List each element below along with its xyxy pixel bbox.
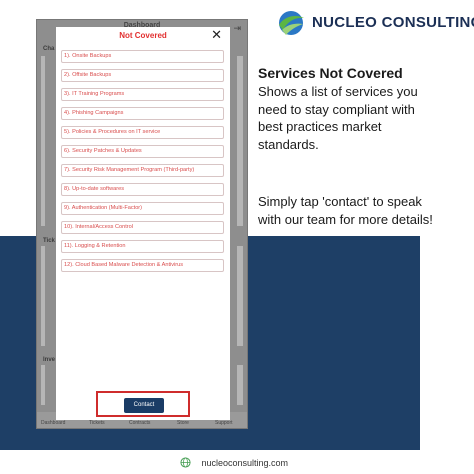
dashboard-card [41,246,45,346]
nav-tickets[interactable]: Tickets [89,420,105,426]
contact-button[interactable]: Contact [124,398,164,413]
phone-screenshot: Dashboard ⇥ Cha Tick Inve Dashboard Tick… [36,19,248,429]
list-item: 12). Cloud Based Malware Detection & Ant… [61,259,224,272]
nucleo-logo-icon [279,11,304,35]
dashboard-card [41,365,45,405]
list-item: 1). Onsite Backups [61,50,224,63]
dashboard-card [237,246,243,346]
nav-support[interactable]: Support [215,420,233,426]
close-icon[interactable]: ✕ [211,28,222,42]
nav-store[interactable]: Store [177,420,189,426]
panel-cta-text: Simply tap 'contact' to speak with our t… [258,194,433,227]
not-covered-modal: Not Covered ✕ 1). Onsite Backups 2). Off… [56,27,230,420]
list-item: 7). Security Risk Management Program (Th… [61,164,224,177]
dashboard-section-label: Cha [43,46,55,52]
nav-dashboard[interactable]: Dashboard [41,420,65,426]
dashboard-card [237,365,243,405]
list-item: 10). Internal/Access Control [61,221,224,234]
services-list: 1). Onsite Backups 2). Offsite Backups 3… [61,50,224,278]
list-item: 9). Authentication (Multi-Factor) [61,202,224,215]
brand-name: NUCLEO CONSULTING [312,14,474,31]
dashboard-section-label: Inve [43,357,56,363]
dashboard-section-label: Tick [43,238,55,244]
list-item: 4). Phishing Campaigns [61,107,224,120]
globe-icon [180,457,191,468]
list-item: 8). Up-to-date softwares [61,183,224,196]
dashboard-card [237,56,243,226]
list-item: 11). Logging & Retention [61,240,224,253]
modal-title: Not Covered [119,31,167,40]
list-item: 2). Offsite Backups [61,69,224,82]
list-item: 3). IT Training Programs [61,88,224,101]
dashboard-card [41,56,45,226]
website-link[interactable]: nucleoconsulting.com [201,458,288,468]
list-item: 6). Security Patches & Updates [61,145,224,158]
logout-icon: ⇥ [233,23,241,33]
footer: nucleoconsulting.com [180,454,288,468]
contact-highlight-frame: Contact [96,391,190,417]
panel-description: Shows a list of services you need to sta… [258,84,418,152]
nav-contracts[interactable]: Contracts [129,420,150,426]
list-item: 5). Policies & Procedures on IT service [61,126,224,139]
panel-heading: Services Not Covered [258,65,403,81]
